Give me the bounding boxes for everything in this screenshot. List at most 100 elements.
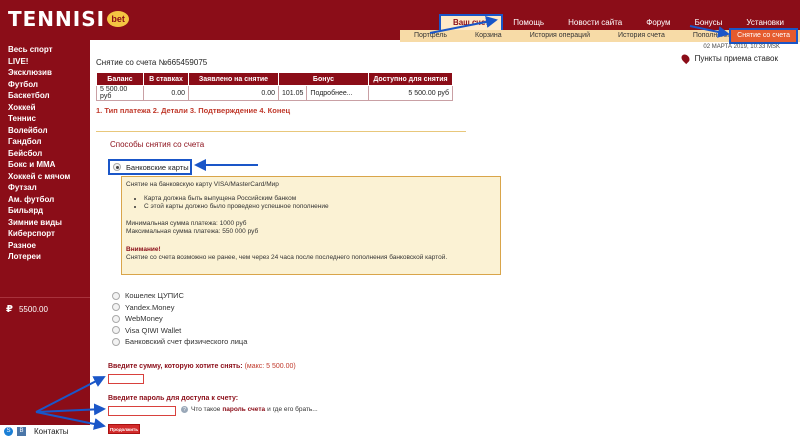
subnav-portfolio[interactable]: Портфель [400,30,461,42]
subnav-operations-history[interactable]: История операций [516,30,604,42]
help-bold: пароль счета [222,406,266,413]
header-requested: Заявлено на снятие [188,72,279,86]
help-suffix: и где его брать... [267,406,318,413]
withdraw-methods-list: Кошелек ЦУПИС Yandex.Money WebMoney Visa… [112,290,247,348]
sidebar-balance[interactable]: ₽ 5500.00 [0,297,90,321]
continue-button[interactable]: Продолжить [108,424,140,434]
info-min: Минимальная сумма платежа: 1000 руб [126,219,247,227]
amount-label: Введите сумму, которую хотите снять: (ма… [108,363,296,370]
table-header-row: Баланс В ставках Заявлено на снятие Бону… [96,72,453,86]
balance-value: 5500.00 [18,305,48,314]
contacts-bar[interactable]: S B Контакты [0,425,90,437]
current-date: 02 МАРТА 2019, 10:33 МSK [703,44,780,50]
sidebar-item-tennis[interactable]: Теннис [0,113,90,125]
radio-webmoney[interactable] [112,314,120,323]
cell-balance: 5 500.00 руб [96,85,144,101]
radio-bank-account[interactable] [112,337,120,346]
sidebar-item-exclusive[interactable]: Эксклюзив [0,67,90,79]
sidebar: Весь спорт LIVE! Эксклюзив Футбол Баскет… [0,40,90,437]
sidebar-item-esports[interactable]: Киберспорт [0,228,90,240]
sidebar-item-handball[interactable]: Гандбол [0,136,90,148]
method-label: Yandex.Money [125,302,175,312]
bank-cards-label: Банковские карты [126,162,189,172]
sidebar-item-hockey[interactable]: Хоккей [0,102,90,114]
method-cupis[interactable]: Кошелек ЦУПИС [112,290,247,302]
info-heading: Снятие на банковскую карту VISA/MasterCa… [126,181,279,188]
header-bonus: Бонус [278,72,369,86]
sidebar-item-american-football[interactable]: Ам. футбол [0,194,90,206]
betting-points-label: Пункты приема ставок [694,54,778,63]
betting-points-link[interactable]: Пункты приема ставок [679,52,778,65]
topnav-your-account[interactable]: Ваш счет [438,14,504,32]
question-icon: ? [181,406,188,413]
header-available: Доступно для снятия [368,72,453,86]
cell-in-bets: 0.00 [143,85,189,101]
method-label: Кошелек ЦУПИС [125,291,184,301]
method-webmoney[interactable]: WebMoney [112,313,247,325]
sidebar-item-all-sports[interactable]: Весь спорт [0,44,90,56]
radio-bank-cards[interactable] [113,163,121,171]
bank-cards-option[interactable]: Банковские карты [108,159,192,175]
info-bullets: Карта должна быть выпущена Российским ба… [144,195,496,212]
radio-qiwi[interactable] [112,326,120,335]
topnav-help[interactable]: Помощь [501,16,556,30]
sidebar-item-baseball[interactable]: Бейсбол [0,148,90,160]
sidebar-item-basketball[interactable]: Баскетбол [0,90,90,102]
topnav-forum[interactable]: Форум [634,16,682,30]
topnav-news[interactable]: Новости сайта [556,16,634,30]
cell-bonus: 101.05 [277,85,308,101]
sidebar-item-bandy[interactable]: Хоккей с мячом [0,171,90,183]
main-content: 02 МАРТА 2019, 10:33 МSK Пункты приема с… [96,44,796,437]
subnav-withdraw[interactable]: Снятие со счета [729,28,798,44]
location-pin-icon [679,52,691,65]
sidebar-item-live[interactable]: LIVE! [0,56,90,68]
help-prefix: Что такое [191,406,221,413]
sidebar-item-misc[interactable]: Разное [0,240,90,252]
topnav-settings[interactable]: Установки [734,16,796,30]
sidebar-item-winter-sports[interactable]: Зимние виды [0,217,90,229]
header-in-bets: В ставках [143,72,189,86]
method-yandex[interactable]: Yandex.Money [112,302,247,314]
info-bullet: С этой карты должно было проведено успеш… [144,203,496,212]
sidebar-item-futsal[interactable]: Футзал [0,182,90,194]
sidebar-item-volleyball[interactable]: Волейбол [0,125,90,137]
sidebar-item-football[interactable]: Футбол [0,79,90,91]
contacts-link[interactable]: Контакты [34,427,69,436]
bank-card-info-box: Снятие на банковскую карту VISA/MasterCa… [121,176,501,275]
bonus-details-link[interactable]: Подробнее... [306,85,369,101]
password-input[interactable] [108,406,176,416]
logo-text: TENNISI [8,7,106,31]
amount-label-text: Введите сумму, которую хотите снять: [108,363,243,370]
sidebar-menu: Весь спорт LIVE! Эксклюзив Футбол Баскет… [0,40,90,263]
sidebar-item-boxing-mma[interactable]: Бокс и ММА [0,159,90,171]
cell-requested: 0.00 [188,85,279,101]
info-max: Максимальная сумма платежа: 550 000 руб [126,228,259,235]
subnav-account-history[interactable]: История счета [604,30,679,42]
ruble-icon: ₽ [6,304,13,315]
sidebar-item-billiards[interactable]: Бильярд [0,205,90,217]
info-bullet: Карта должна быть выпущена Российским ба… [144,195,496,204]
method-label: Банковский счет физического лица [125,337,248,347]
method-qiwi[interactable]: Visa QIWI Wallet [112,325,247,337]
top-navigation: Ваш счет Помощь Новости сайта Форум Бону… [438,14,796,32]
skype-icon[interactable]: S [4,426,13,436]
wizard-steps: 1. Тип платежа 2. Детали 3. Подтверждени… [96,106,291,115]
sidebar-item-lotteries[interactable]: Лотереи [0,251,90,263]
topnav-bonuses[interactable]: Бонусы [683,16,735,30]
radio-yandex[interactable] [112,303,120,312]
sub-navigation: Портфель Корзина История операций Истори… [400,28,800,44]
radio-cupis[interactable] [112,291,120,300]
amount-input[interactable] [108,374,144,384]
cell-available: 5 500.00 руб [368,85,453,101]
method-bank-account[interactable]: Банковский счет физического лица [112,336,247,348]
info-warning-title: Внимание! [126,245,161,253]
method-label: WebMoney [125,314,163,324]
method-label: Visa QIWI Wallet [125,325,182,335]
subnav-basket[interactable]: Корзина [461,30,516,42]
vk-icon[interactable]: B [17,426,26,436]
logo[interactable]: TENNISI bet [8,7,130,31]
balance-table: Баланс В ставках Заявлено на снятие Бону… [96,72,453,101]
password-help-link[interactable]: ? Что такое пароль счета и где его брать… [181,406,318,413]
password-label: Введите пароль для доступа к счету: [108,395,239,402]
info-warning-text: Снятие со счета возможно не ранее, чем ч… [126,254,448,261]
